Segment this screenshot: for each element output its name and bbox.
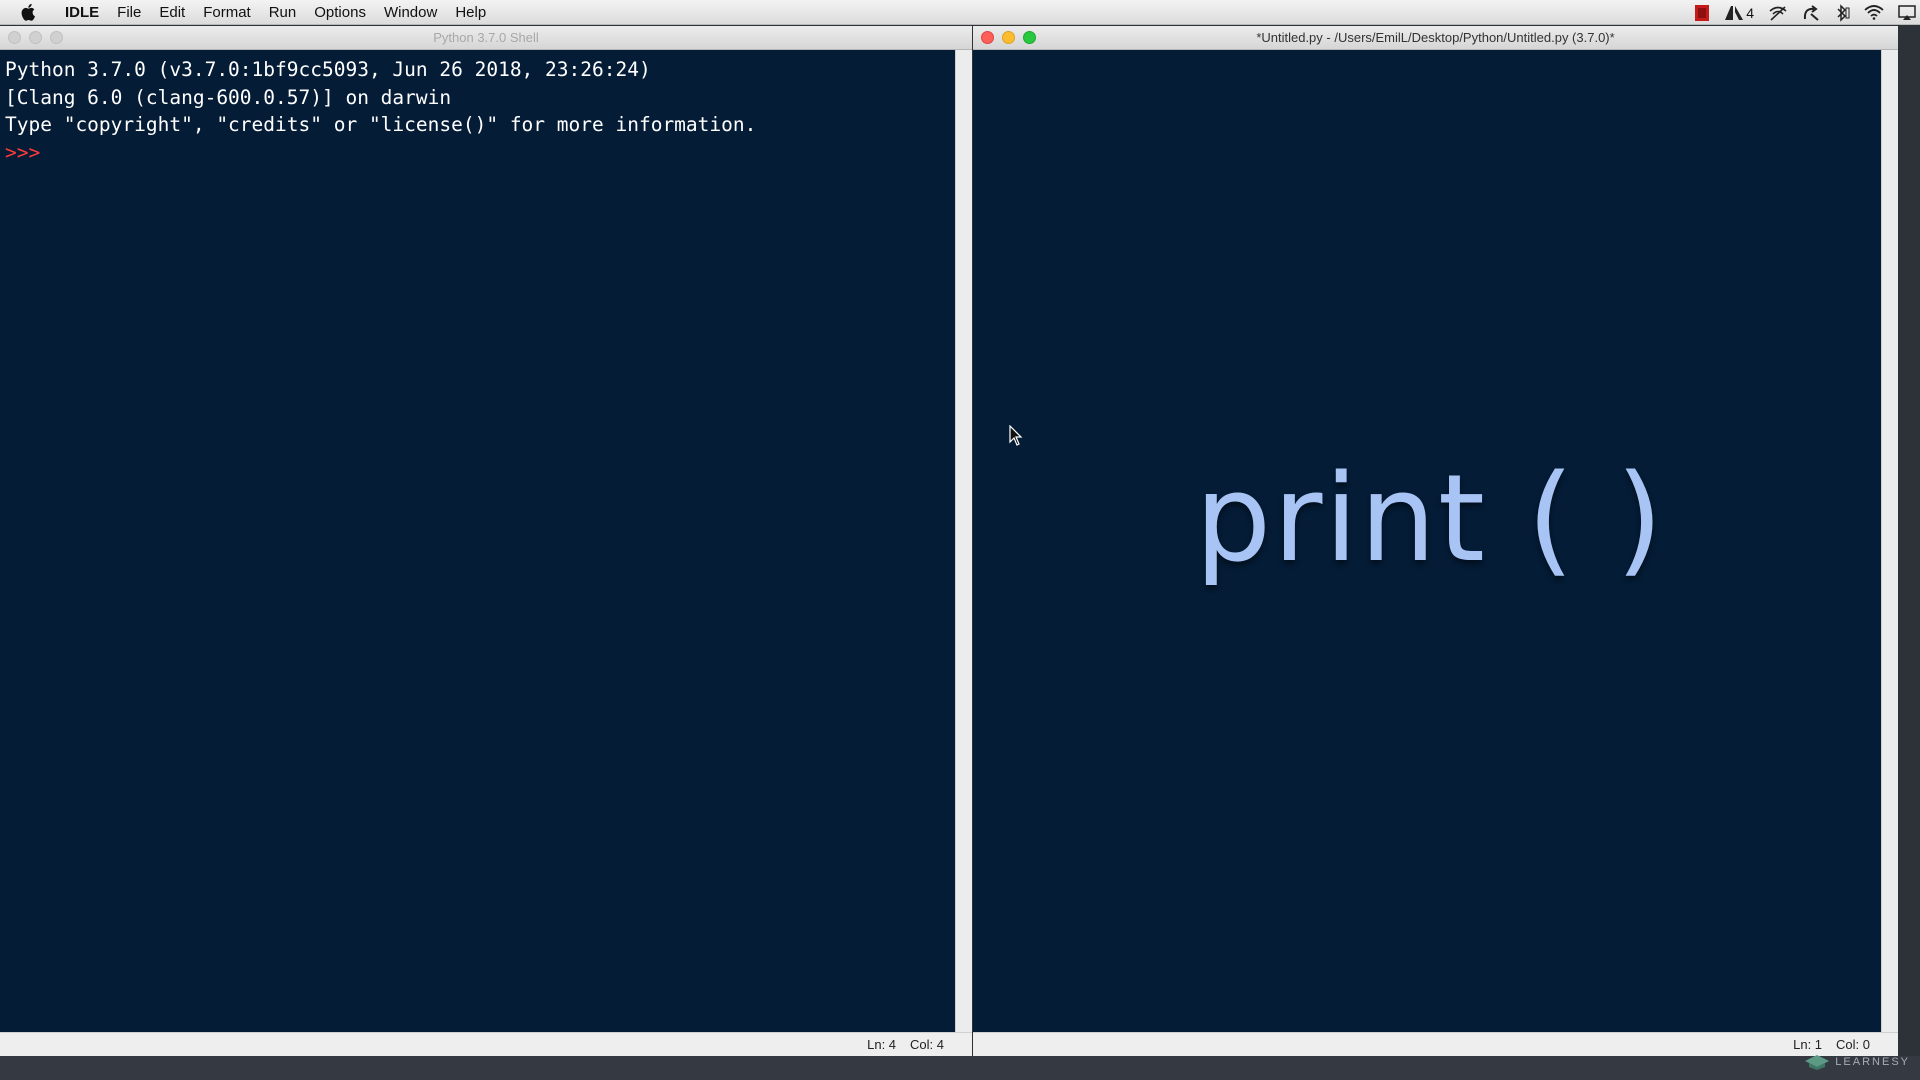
menu-run[interactable]: Run bbox=[260, 4, 306, 21]
recording-icon[interactable] bbox=[1694, 4, 1710, 22]
mouse-cursor-icon bbox=[1009, 424, 1023, 452]
close-button[interactable] bbox=[981, 31, 994, 44]
wireless-icon[interactable] bbox=[1768, 5, 1788, 21]
adobe-count: 4 bbox=[1746, 4, 1754, 21]
print-function-overlay: print ( ) bbox=[1195, 450, 1665, 589]
shell-column-number: Col: 4 bbox=[910, 1037, 944, 1052]
shell-line: Type "copyright", "credits" or "license(… bbox=[5, 113, 757, 136]
shell-titlebar[interactable]: Python 3.7.0 Shell bbox=[0, 26, 972, 50]
shell-scrollbar[interactable] bbox=[955, 50, 972, 1032]
shell-window-controls bbox=[8, 31, 63, 44]
shell-output: Python 3.7.0 (v3.7.0:1bf9cc5093, Jun 26 … bbox=[0, 50, 955, 166]
menu-help[interactable]: Help bbox=[446, 4, 495, 21]
shell-window[interactable]: Python 3.7.0 Shell Python 3.7.0 (v3.7.0:… bbox=[0, 26, 972, 1056]
sync-icon[interactable] bbox=[1802, 4, 1820, 21]
menu-extras: 4 bbox=[1694, 0, 1916, 25]
shell-prompt: >>> bbox=[5, 140, 41, 164]
menu-file[interactable]: File bbox=[108, 4, 150, 21]
shell-statusbar: Ln: 4 Col: 4 bbox=[0, 1032, 972, 1056]
shell-line: Python 3.7.0 (v3.7.0:1bf9cc5093, Jun 26 … bbox=[5, 58, 651, 81]
editor-statusbar: Ln: 1 Col: 0 bbox=[973, 1032, 1898, 1056]
shell-title: Python 3.7.0 Shell bbox=[433, 30, 539, 45]
menu-edit[interactable]: Edit bbox=[150, 4, 194, 21]
editor-column-number: Col: 0 bbox=[1836, 1037, 1870, 1052]
airplay-icon[interactable] bbox=[1898, 4, 1916, 21]
menu-options[interactable]: Options bbox=[305, 4, 375, 21]
shell-line: [Clang 6.0 (clang-600.0.57)] on darwin bbox=[5, 85, 452, 109]
adobe-icon[interactable]: 4 bbox=[1724, 5, 1754, 21]
bluetooth-icon[interactable] bbox=[1834, 3, 1850, 22]
shell-text-area[interactable]: Python 3.7.0 (v3.7.0:1bf9cc5093, Jun 26 … bbox=[0, 50, 955, 1032]
wifi-icon[interactable] bbox=[1864, 5, 1884, 20]
editor-scrollbar[interactable] bbox=[1881, 50, 1898, 1032]
watermark: LEARNESY bbox=[1804, 1054, 1910, 1070]
zoom-button[interactable] bbox=[50, 31, 63, 44]
learnesy-logo-icon bbox=[1805, 1055, 1830, 1070]
menu-window[interactable]: Window bbox=[375, 4, 446, 21]
editor-title: *Untitled.py - /Users/EmilL/Desktop/Pyth… bbox=[1256, 30, 1615, 45]
desktop-background bbox=[0, 1056, 1920, 1080]
apple-icon[interactable] bbox=[14, 3, 44, 21]
close-button[interactable] bbox=[8, 31, 21, 44]
editor-titlebar[interactable]: *Untitled.py - /Users/EmilL/Desktop/Pyth… bbox=[973, 26, 1898, 50]
zoom-button[interactable] bbox=[1023, 31, 1036, 44]
editor-line-number: Ln: 1 bbox=[1793, 1037, 1823, 1052]
menu-bar: IDLE File Edit Format Run Options Window… bbox=[0, 0, 1920, 25]
watermark-text: LEARNESY bbox=[1835, 1056, 1910, 1068]
minimize-button[interactable] bbox=[1002, 31, 1015, 44]
editor-window-controls bbox=[981, 31, 1036, 44]
menu-format[interactable]: Format bbox=[194, 4, 260, 21]
menu-idle[interactable]: IDLE bbox=[56, 4, 108, 21]
minimize-button[interactable] bbox=[29, 31, 42, 44]
shell-line-number: Ln: 4 bbox=[867, 1037, 897, 1052]
